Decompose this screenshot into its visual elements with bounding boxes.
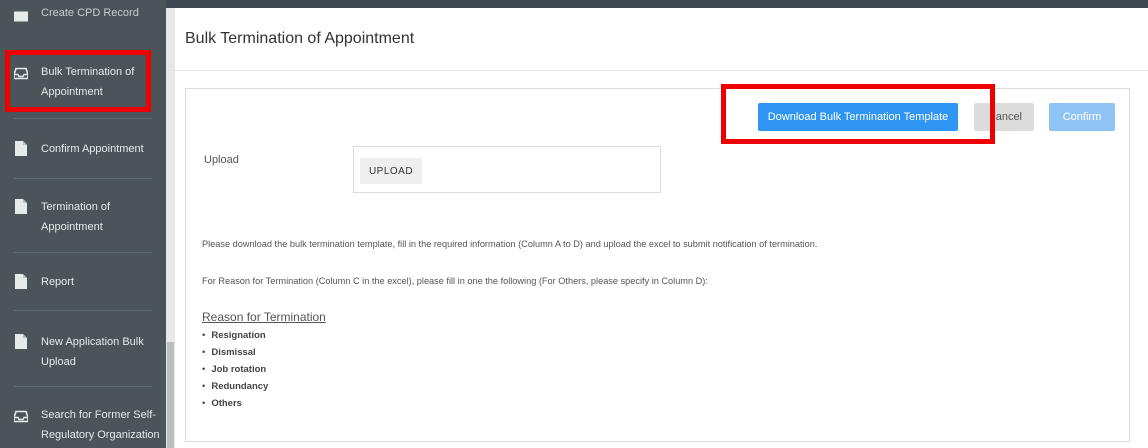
reason-title: Reason for Termination [202, 310, 326, 324]
sidebar-item-label: New Application Bulk Upload [41, 336, 144, 368]
sidebar-item-label: Report [41, 276, 75, 288]
sidebar-divider [14, 252, 152, 253]
sidebar-item-create-cpd-record[interactable]: Create CPD Record [0, 3, 166, 23]
instruction-paragraph: For Reason for Termination (Column C in … [202, 276, 708, 286]
sidebar-item-new-application-bulk-upload[interactable]: New Application Bulk Upload [0, 332, 166, 372]
sidebar-item-label: Termination of Appointment [41, 201, 111, 233]
file-icon [15, 274, 27, 289]
sidebar-divider [14, 310, 152, 311]
sidebar-item-label: Create CPD Record [41, 7, 139, 19]
sidebar-item-report[interactable]: Report [0, 272, 166, 292]
title-divider [166, 70, 1148, 71]
list-item: Others [202, 395, 268, 412]
file-icon [15, 141, 27, 156]
sidebar-item-confirm-appointment[interactable]: Confirm Appointment [0, 139, 166, 159]
list-item: Job rotation [202, 361, 268, 378]
instruction-paragraph: Please download the bulk termination tem… [202, 239, 818, 249]
top-bar [166, 0, 1148, 8]
list-item: Dismissal [202, 344, 268, 361]
upload-label: Upload [204, 154, 239, 166]
folder-icon [14, 11, 28, 22]
file-icon [15, 199, 27, 214]
sidebar-item-label: Confirm Appointment [41, 143, 144, 155]
scrollbar-thumb[interactable] [167, 342, 174, 448]
upload-button[interactable]: UPLOAD [360, 158, 422, 184]
list-item: Redundancy [202, 378, 268, 395]
sidebar-divider [14, 386, 152, 387]
confirm-button[interactable]: Confirm [1049, 103, 1115, 131]
highlight-box [5, 50, 151, 112]
sidebar-item-search-former-sro[interactable]: Search for Former Self-Regulatory Organi… [0, 405, 166, 445]
sidebar-divider [14, 118, 152, 119]
sidebar-scrollbar[interactable] [166, 0, 175, 448]
sidebar-item-label: Search for Former Self-Regulatory Organi… [41, 409, 160, 441]
reason-list: Resignation Dismissal Job rotation Redun… [202, 327, 268, 412]
sidebar-divider [14, 178, 152, 179]
file-icon [15, 334, 27, 349]
page-title: Bulk Termination of Appointment [185, 30, 415, 47]
list-item: Resignation [202, 327, 268, 344]
sidebar-item-termination-of-appointment[interactable]: Termination of Appointment [0, 197, 166, 237]
inbox-icon [14, 410, 28, 423]
highlight-box [721, 84, 995, 144]
